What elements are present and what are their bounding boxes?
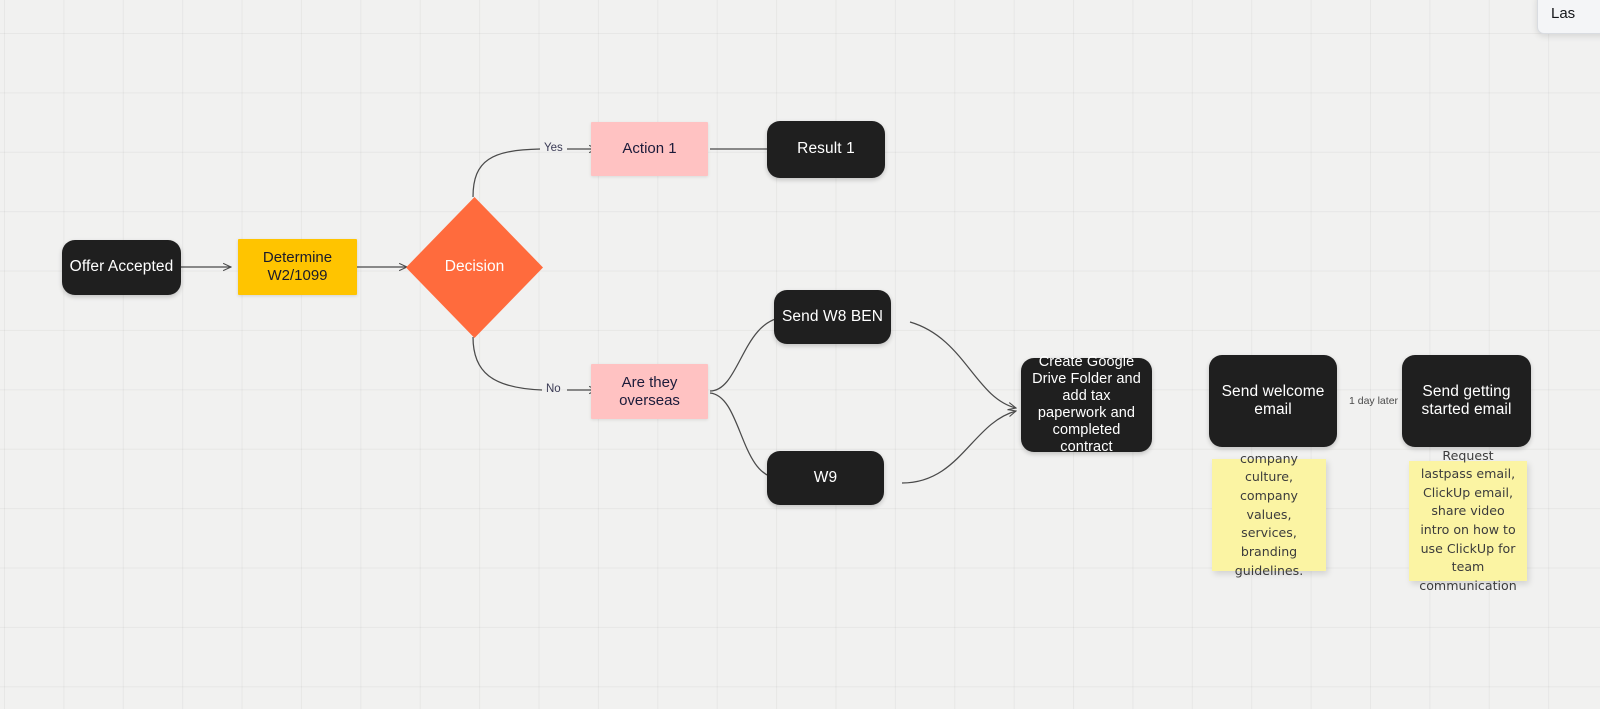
edge-label-yes-text: Yes	[544, 142, 563, 154]
node-determine-line2: W2/1099	[267, 267, 328, 284]
node-send-w8-ben[interactable]: Send W8 BEN	[774, 290, 891, 344]
sticky-note-getting-started-text: Request lastpass email, ClickUp email, s…	[1419, 447, 1517, 593]
node-offer-accepted[interactable]: Offer Accepted	[62, 240, 181, 295]
node-offer-accepted-label: Offer Accepted	[69, 258, 174, 276]
sticky-note-welcome[interactable]: company culture, company values, service…	[1212, 451, 1326, 578]
edge-w9-to-drive	[901, 411, 1016, 484]
edge-label-one-day-later-text: 1 day later	[1349, 395, 1399, 407]
node-send-getting-started-email-label: Send getting started email	[1421, 382, 1512, 418]
node-create-drive-folder[interactable]: Create Google Drive Folder and add tax p…	[1021, 354, 1152, 455]
node-w9[interactable]: W9	[767, 451, 884, 505]
edge-label-yes: Yes	[544, 142, 563, 154]
node-action-1[interactable]: Action 1	[591, 122, 708, 176]
node-send-welcome-email[interactable]: Send welcome email	[1209, 355, 1337, 447]
node-send-welcome-email-label: Send welcome email	[1221, 382, 1325, 418]
node-determine-w2-1099[interactable]: Determine W2/1099	[238, 239, 357, 295]
edge-decision-no	[472, 336, 543, 391]
node-overseas-line1: Are they	[621, 373, 678, 391]
edge-w8ben-to-drive	[909, 321, 1016, 408]
node-create-drive-folder-label: Create Google Drive Folder and add tax p…	[1032, 353, 1141, 456]
flowchart-canvas[interactable]: Offer Accepted Determine W2/1099 Decisio…	[0, 0, 1600, 709]
edge-label-no: No	[546, 383, 561, 395]
node-w9-label: W9	[813, 468, 838, 486]
edge-decision-yes	[472, 148, 541, 198]
node-decision-label: Decision	[444, 258, 505, 276]
node-are-they-overseas[interactable]: Are they overseas	[591, 364, 708, 419]
node-result-1-label: Result 1	[797, 140, 855, 158]
node-overseas-line2: overseas	[619, 391, 680, 409]
node-determine-line1: Determine	[262, 249, 333, 267]
side-panel[interactable]: Las	[1537, 0, 1600, 34]
edge-label-one-day-later: 1 day later	[1349, 395, 1398, 407]
node-send-w8-ben-label: Send W8 BEN	[781, 307, 884, 325]
sticky-note-getting-started[interactable]: Request lastpass email, ClickUp email, s…	[1409, 448, 1527, 593]
side-panel-title: Las	[1551, 4, 1576, 22]
node-result-1[interactable]: Result 1	[767, 121, 885, 178]
edge-label-no-text: No	[546, 383, 561, 395]
node-action-1-label: Action 1	[622, 140, 677, 158]
sticky-note-welcome-text: company culture, company values, service…	[1234, 450, 1304, 578]
edges-layer	[181, 0, 1600, 484]
node-decision[interactable]: Decision	[406, 197, 543, 338]
node-send-getting-started-email[interactable]: Send getting started email	[1402, 355, 1531, 447]
